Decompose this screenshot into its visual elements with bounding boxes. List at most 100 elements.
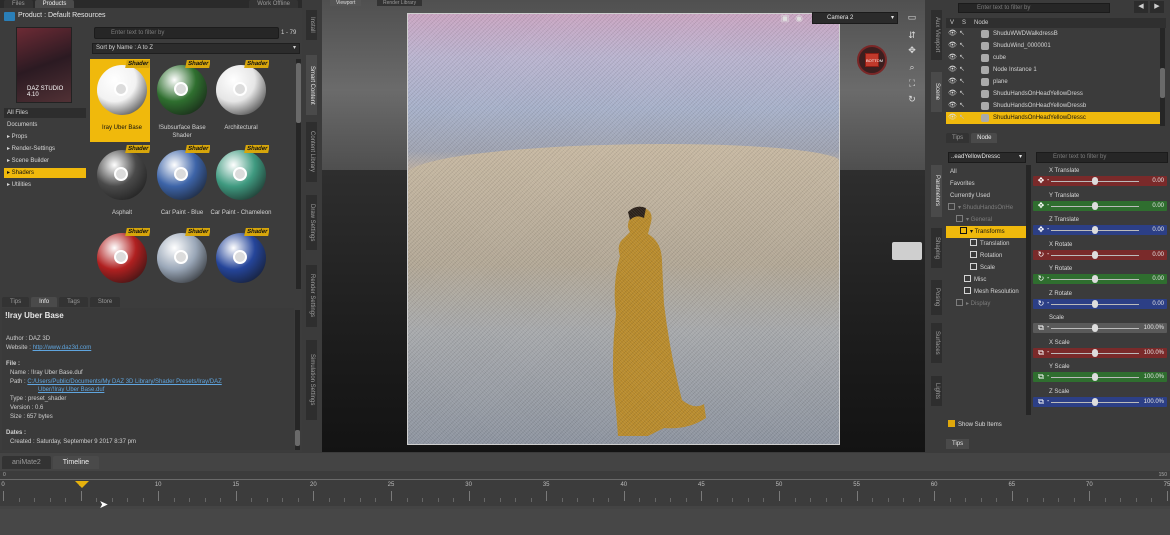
path-link[interactable]: C:/Users/Public/Documents/My DAZ 3D Libr… <box>27 379 221 385</box>
shader-tile[interactable]: Shader <box>154 60 210 116</box>
range-bar[interactable] <box>0 479 1170 480</box>
eye-icon[interactable]: 👁 <box>948 30 957 38</box>
back-icon[interactable] <box>4 12 15 21</box>
col-selectable[interactable]: S <box>962 18 966 28</box>
pointer-icon[interactable]: ↖ <box>959 90 967 98</box>
slider-knob[interactable] <box>1092 397 1098 406</box>
parameter-slider[interactable]: X Rotate ↻ - 0.00 <box>1033 241 1167 265</box>
parameter-tree-item[interactable]: Misc <box>946 274 1028 286</box>
tab-store[interactable]: Store <box>89 297 121 307</box>
parameter-slider[interactable]: Z Rotate ↻ - 0.00 <box>1033 290 1167 314</box>
parameter-value[interactable]: 0.00 <box>1152 176 1164 186</box>
decrement-icon[interactable]: - <box>1047 372 1049 382</box>
vtab-render-settings[interactable]: Render Settings <box>306 265 317 327</box>
sort-select[interactable]: Sort by Name : A to Z ▾ <box>92 43 300 54</box>
category-utilities[interactable]: ▸ Utilities <box>4 180 86 190</box>
shader-tile-label[interactable]: !Subsurface Base Shader <box>151 124 213 140</box>
tab-scene-tips[interactable]: Tips <box>946 133 970 143</box>
frame-icon[interactable]: ⛶ <box>907 78 917 88</box>
col-node[interactable]: Node <box>974 18 988 28</box>
category-render-settings[interactable]: ▸ Render-Settings <box>4 144 86 154</box>
parameter-slider[interactable]: Z Translate ✥ - 0.00 <box>1033 216 1167 240</box>
slider-knob[interactable] <box>1092 373 1098 381</box>
tab-viewport[interactable]: Viewport <box>330 0 362 6</box>
node-select[interactable]: ..eadYellowDressc ▾ <box>948 152 1026 163</box>
decrement-icon[interactable]: - <box>1047 250 1049 260</box>
parameter-tree-item[interactable]: Mesh Resolution <box>946 286 1028 298</box>
parameter-tree-item[interactable]: ▾ ShuduHandsOnHe <box>946 202 1028 214</box>
parameter-tree-item[interactable]: Scale <box>946 262 1028 274</box>
category-documents[interactable]: Documents <box>4 120 86 130</box>
path-link-2[interactable]: Uber/!Iray Uber Base.duf <box>38 387 104 393</box>
parameter-tree-item[interactable]: All <box>946 166 1028 178</box>
category-scene-builder[interactable]: ▸ Scene Builder <box>4 156 86 166</box>
parameter-value[interactable]: 100.0% <box>1144 323 1164 333</box>
eye-icon[interactable]: 👁 <box>948 114 957 122</box>
decrement-icon[interactable]: - <box>1047 323 1049 333</box>
parameter-slider[interactable]: Y Rotate ↻ - 0.00 <box>1033 265 1167 289</box>
scene-search-input[interactable]: Enter text to filter by <box>958 3 1110 13</box>
pointer-icon[interactable]: ↖ <box>959 66 967 74</box>
vtab-surfaces[interactable]: Surfaces <box>931 323 942 363</box>
vtab-simulation-settings[interactable]: Simulation Settings <box>306 340 317 420</box>
pan-icon[interactable]: ✥ <box>907 45 917 55</box>
shader-tile[interactable]: Shader <box>213 145 269 201</box>
slider-knob[interactable] <box>1092 348 1098 357</box>
grid-scrollbar[interactable] <box>296 59 301 289</box>
eye-icon[interactable]: 👁 <box>948 42 957 50</box>
scene-node-row[interactable]: 👁 ↖ ShuduHandsOnHeadYellowDressc <box>946 112 1164 124</box>
eye-icon[interactable]: 👁 <box>948 90 957 98</box>
parameter-slider[interactable]: Scale ⧉ - 100.0% <box>1033 314 1167 338</box>
tab-files[interactable]: Files <box>4 0 33 8</box>
parameter-slider[interactable]: Z Scale ⧉ - 100.0% <box>1033 388 1167 412</box>
content-search-input[interactable]: Enter text to filter by <box>94 27 279 39</box>
show-sub-items-checkbox[interactable]: Show Sub Items <box>948 420 1002 430</box>
zoom-icon[interactable]: ⌕ <box>907 62 917 72</box>
decrement-icon[interactable]: - <box>1047 348 1049 358</box>
parameter-value[interactable]: 100.0% <box>1144 372 1164 382</box>
slider-knob[interactable] <box>1092 177 1098 185</box>
tree-scrollbar[interactable] <box>1026 165 1031 415</box>
pointer-icon[interactable]: ↖ <box>959 78 967 86</box>
tab-params-tips[interactable]: Tips <box>946 439 970 449</box>
parameter-tree-item[interactable]: ▾ Transforms <box>946 226 1028 238</box>
slider-knob[interactable] <box>1092 324 1098 332</box>
scene-node-row[interactable]: 👁 ↖ ShuduWind_0000001 <box>946 40 1164 52</box>
timeline-track-area[interactable] <box>0 509 1170 535</box>
vtab-scene[interactable]: Scene <box>931 72 942 112</box>
tab-scene-node[interactable]: Node <box>971 133 998 143</box>
shader-tile[interactable]: Shader <box>94 60 150 116</box>
vtab-lights[interactable]: Lights <box>931 376 942 406</box>
vtab-draw-settings[interactable]: Draw Settings <box>306 195 317 250</box>
col-visible[interactable]: V <box>950 18 954 28</box>
parameter-value[interactable]: 0.00 <box>1152 274 1164 284</box>
render-toggle-icon[interactable]: ▣ <box>780 13 790 23</box>
slider-knob[interactable] <box>1092 275 1098 283</box>
parameter-slider[interactable]: Y Scale ⧉ - 100.0% <box>1033 363 1167 387</box>
eye-icon[interactable]: 👁 <box>948 54 957 62</box>
pointer-icon[interactable]: ↖ <box>959 102 967 110</box>
shader-tile-label[interactable]: Architectural <box>210 124 272 132</box>
scene-node-row[interactable]: 👁 ↖ cube <box>946 52 1164 64</box>
shader-tile[interactable]: Shader <box>94 145 150 201</box>
parameter-value[interactable]: 0.00 <box>1152 250 1164 260</box>
parameter-tree-item[interactable]: ▸ Display <box>946 298 1028 310</box>
eye-icon[interactable]: 👁 <box>948 78 957 86</box>
tab-animate2[interactable]: aniMate2 <box>2 456 51 469</box>
shader-tile[interactable]: Shader <box>154 228 210 284</box>
render-preview[interactable] <box>407 13 840 445</box>
parameter-value[interactable]: 100.0% <box>1144 397 1164 407</box>
shader-tile-label[interactable]: Car Paint - Blue <box>151 209 213 217</box>
pointer-icon[interactable]: ↖ <box>959 54 967 62</box>
vtab-parameters[interactable]: Parameters <box>931 165 942 217</box>
scene-scrollbar-thumb[interactable] <box>1160 68 1165 98</box>
slider-knob[interactable] <box>1092 201 1098 210</box>
decrement-icon[interactable]: - <box>1047 225 1049 235</box>
parameter-tree-item[interactable]: ▾ General <box>946 214 1028 226</box>
slider-knob[interactable] <box>1092 226 1098 234</box>
scene-node-row[interactable]: 👁 ↖ ShuduHandsOnHeadYellowDress <box>946 88 1164 100</box>
product-thumbnail[interactable]: DAZ STUDIO 4.10 <box>16 27 72 103</box>
vtab-posing[interactable]: Posing <box>931 280 942 315</box>
scene-node-row[interactable]: 👁 ↖ ShuduWWDWalkdressB <box>946 28 1164 40</box>
parameter-value[interactable]: 100.0% <box>1144 348 1164 358</box>
